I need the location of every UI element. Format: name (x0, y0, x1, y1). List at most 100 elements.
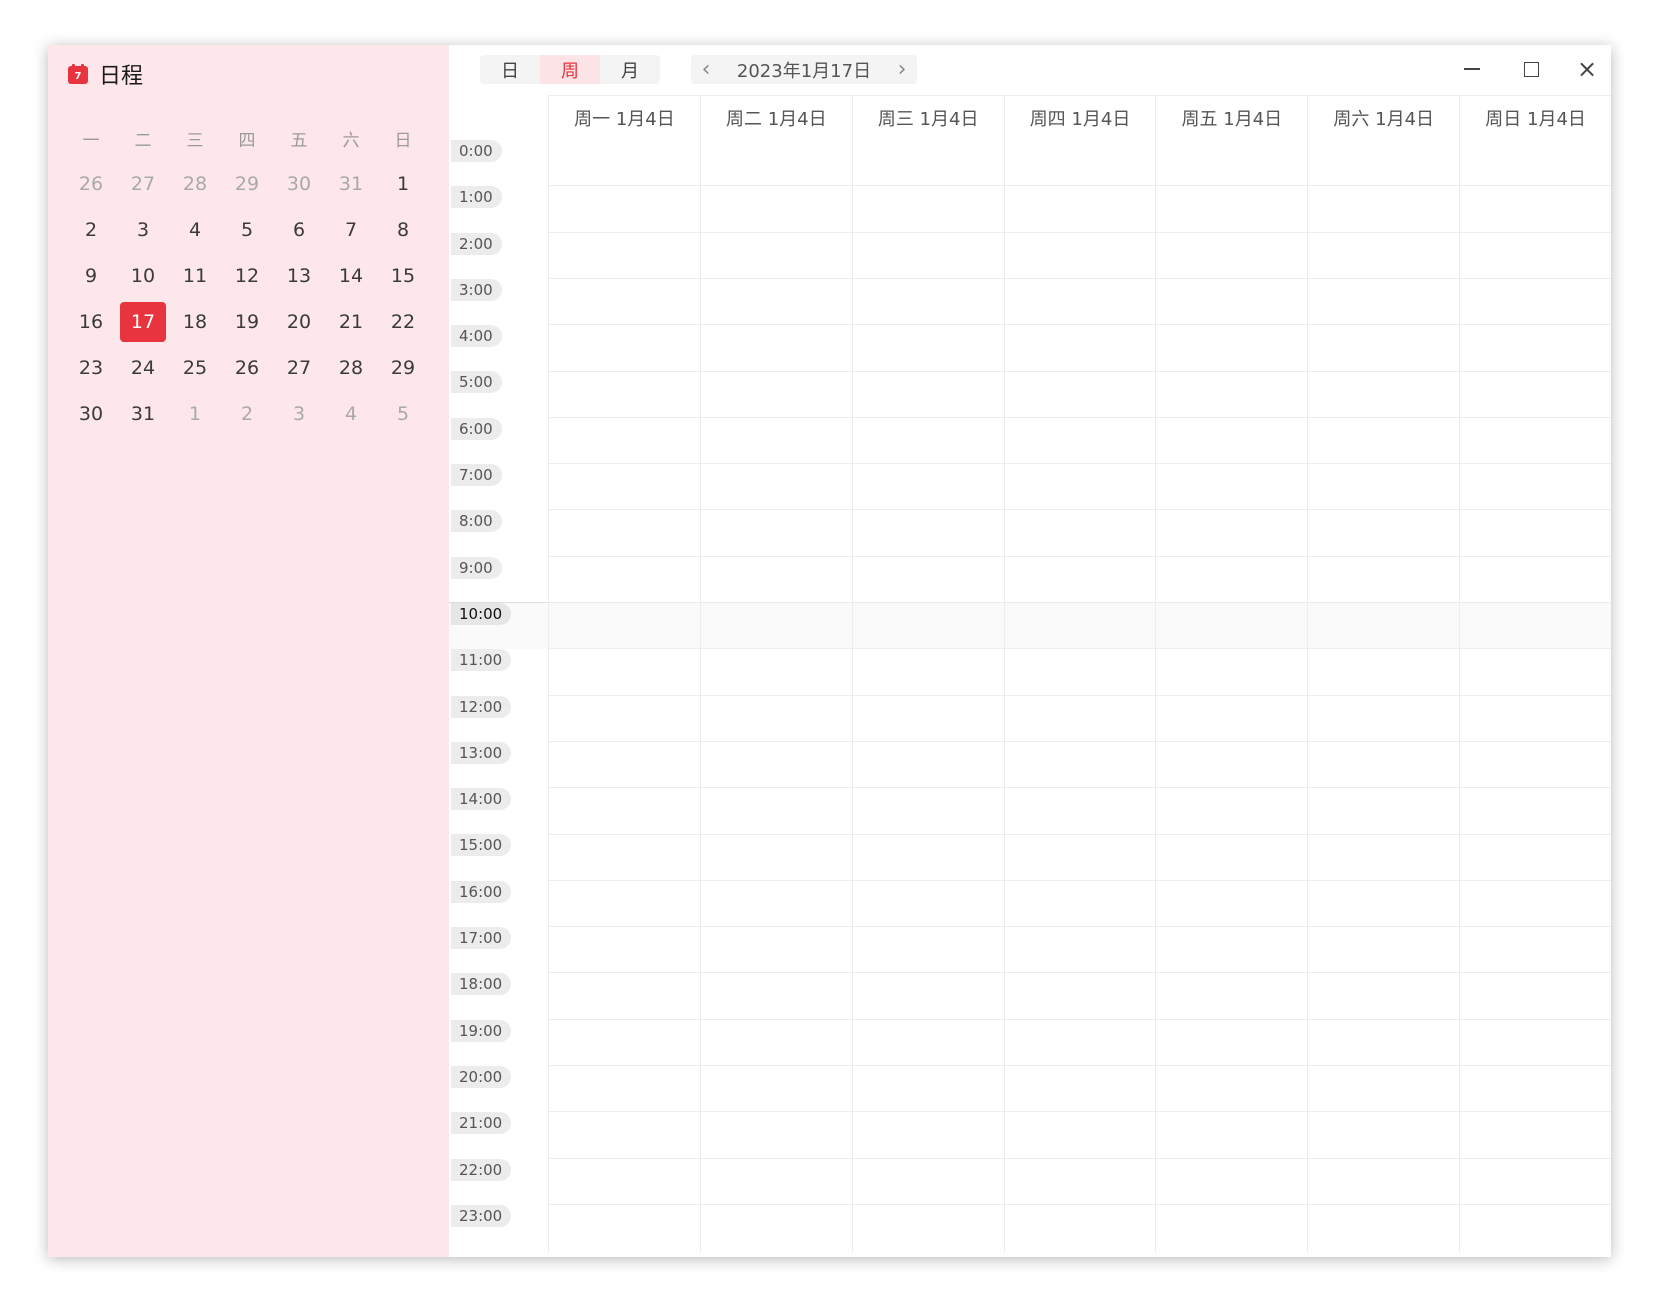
hour-label: 8:00 (451, 510, 502, 533)
time-row: 0:00 (449, 139, 548, 185)
day-cell[interactable]: 12 (221, 253, 273, 299)
day-cell[interactable]: 29 (221, 161, 273, 207)
hour-label: 18:00 (451, 973, 512, 996)
day-column-header[interactable]: 周五 1月4日 (1155, 96, 1307, 140)
time-row: 14:00 (449, 787, 548, 833)
day-cell[interactable]: 23 (65, 345, 117, 391)
day-cell[interactable]: 21 (325, 299, 377, 345)
day-cell[interactable]: 5 (221, 207, 273, 253)
time-row: 1:00 (449, 185, 548, 231)
day-cell[interactable]: 1 (169, 391, 221, 437)
hour-label: 20:00 (451, 1065, 512, 1088)
day-cell[interactable]: 10 (117, 253, 169, 299)
day-cell[interactable]: 8 (377, 207, 429, 253)
day-cell[interactable]: 4 (325, 391, 377, 437)
day-cell[interactable]: 4 (169, 207, 221, 253)
week-row: 16 17 18 19 20 21 22 (65, 299, 429, 345)
hour-gridline (548, 370, 1611, 372)
weekday-header: 四 (238, 130, 256, 151)
day-cell[interactable]: 6 (273, 207, 325, 253)
day-gridline (1307, 139, 1309, 1252)
day-cell[interactable]: 31 (117, 391, 169, 437)
hour-label: 10:00 (451, 602, 512, 625)
day-cell[interactable]: 9 (65, 253, 117, 299)
prev-arrow-icon[interactable]: ‹ (691, 55, 721, 84)
day-cell[interactable]: 25 (169, 345, 221, 391)
hour-gridline (548, 324, 1611, 326)
hour-label: 0:00 (451, 140, 502, 162)
day-cell[interactable]: 20 (273, 299, 325, 345)
view-option-0[interactable]: 日 (480, 55, 540, 84)
hour-gridline (548, 555, 1611, 557)
view-option-1[interactable]: 周 (540, 55, 600, 84)
day-cell[interactable]: 3 (117, 207, 169, 253)
time-row: 17:00 (449, 926, 548, 972)
hour-label: 21:00 (451, 1112, 512, 1135)
hour-label: 6:00 (451, 417, 502, 440)
day-cell[interactable]: 16 (65, 299, 117, 345)
day-cell[interactable]: 24 (117, 345, 169, 391)
day-cell[interactable]: 11 (169, 253, 221, 299)
day-cell-today[interactable]: 17 (117, 299, 169, 345)
minimize-button[interactable] (1450, 51, 1494, 87)
hour-gridline (548, 833, 1611, 835)
day-cell[interactable]: 31 (325, 161, 377, 207)
hour-label: 4:00 (451, 325, 502, 348)
day-cell[interactable]: 14 (325, 253, 377, 299)
maximize-button[interactable] (1509, 51, 1553, 87)
day-gridline (1459, 139, 1461, 1252)
day-cell[interactable]: 27 (117, 161, 169, 207)
weekday-header: 五 (290, 130, 308, 151)
current-date-label[interactable]: 2023年1月17日 (721, 57, 887, 83)
view-option-2[interactable]: 月 (600, 55, 660, 84)
hour-gridline (548, 787, 1611, 789)
day-column-header[interactable]: 周三 1月4日 (851, 96, 1004, 140)
day-cell[interactable]: 15 (377, 253, 429, 299)
day-cell[interactable]: 28 (325, 345, 377, 391)
time-row: 7:00 (449, 463, 548, 509)
day-cell[interactable]: 2 (221, 391, 273, 437)
day-cell[interactable]: 3 (273, 391, 325, 437)
day-cell[interactable]: 19 (221, 299, 273, 345)
day-cell[interactable]: 26 (65, 161, 117, 207)
day-cell[interactable]: 7 (325, 207, 377, 253)
day-column-header[interactable]: 周日 1月4日 (1459, 96, 1611, 140)
week-view: 周一 1月4日 周二 1月4日 周三 1月4日 周四 1月4日 周五 1月4日 周六 1月… (449, 95, 1611, 1257)
hour-label: 14:00 (451, 788, 512, 811)
hour-label: 7:00 (451, 464, 502, 487)
time-row: 13:00 (449, 741, 548, 787)
day-gridline (1155, 139, 1157, 1252)
day-cell[interactable]: 26 (221, 345, 273, 391)
day-cell[interactable]: 28 (169, 161, 221, 207)
close-button[interactable]: × (1565, 51, 1609, 87)
day-column-header[interactable]: 周四 1月4日 (1003, 96, 1156, 140)
day-cell[interactable]: 27 (273, 345, 325, 391)
calendar-icon: 7 (68, 64, 88, 84)
day-cell[interactable]: 13 (273, 253, 325, 299)
day-cell[interactable]: 5 (377, 391, 429, 437)
day-cell[interactable]: 2 (65, 207, 117, 253)
day-cell[interactable]: 22 (377, 299, 429, 345)
day-cell[interactable]: 29 (377, 345, 429, 391)
day-column-header[interactable]: 周二 1月4日 (699, 96, 852, 140)
app-title: 7 日程 (68, 57, 143, 91)
hour-gridline (548, 972, 1611, 974)
time-row: 23:00 (449, 1204, 548, 1250)
toolbar: 日周月 ‹ 2023年1月17日 › × (449, 45, 1611, 95)
time-row: 8:00 (449, 509, 548, 555)
hour-label: 15:00 (451, 834, 512, 857)
day-cell[interactable]: 30 (65, 391, 117, 437)
day-cell[interactable]: 30 (273, 161, 325, 207)
day-column-header[interactable]: 周六 1月4日 (1307, 96, 1459, 140)
time-row: 2:00 (449, 232, 548, 278)
hour-gridline (548, 416, 1611, 418)
day-column-header[interactable]: 周一 1月4日 (548, 96, 700, 140)
day-cell[interactable]: 18 (169, 299, 221, 345)
week-grid[interactable] (449, 139, 1611, 1252)
minimize-icon (1464, 68, 1480, 70)
next-arrow-icon[interactable]: › (887, 55, 917, 84)
time-row: 11:00 (449, 648, 548, 694)
time-row: 6:00 (449, 417, 548, 463)
day-cell[interactable]: 1 (377, 161, 429, 207)
hour-label: 23:00 (451, 1204, 512, 1227)
